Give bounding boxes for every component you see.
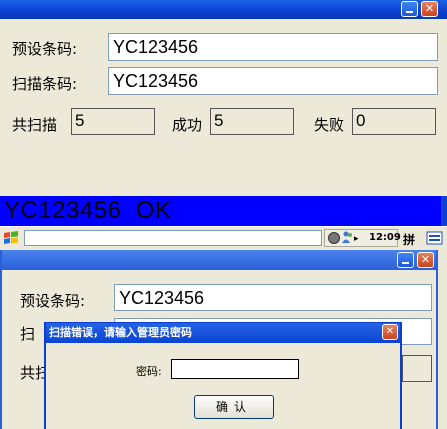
success-label: 成功 [172, 116, 203, 134]
system-tray: ▸ 12:09 [324, 229, 401, 247]
people-icon[interactable] [342, 231, 353, 244]
ime-indicator[interactable]: 拼 [403, 231, 415, 248]
top-window-titlebar [0, 0, 447, 19]
second-fail-value [402, 355, 432, 382]
password-label: 密码: [136, 365, 162, 378]
success-value: 5 [210, 108, 294, 135]
keyboard-icon[interactable] [426, 230, 443, 246]
second-preset-field[interactable]: YC123456 [114, 284, 432, 311]
preset-barcode-field[interactable]: YC123456 [108, 33, 438, 61]
second-preset-label: 预设条码: [20, 292, 86, 310]
total-scanned-label: 共扫描 [12, 116, 58, 134]
fail-value: 0 [352, 108, 436, 135]
top-minimize-button[interactable] [401, 1, 418, 17]
arrow-right-icon: ▸ [354, 234, 359, 244]
clock: 12:09 [369, 232, 401, 243]
taskbar-input[interactable] [24, 230, 322, 246]
windows-flag-icon[interactable] [2, 229, 20, 247]
network-globe-icon[interactable] [328, 232, 340, 244]
preset-barcode-label: 预设条码: [12, 40, 78, 58]
second-scan-label: 扫 [20, 325, 36, 343]
scan-barcode-field[interactable]: YC123456 [108, 67, 438, 95]
fail-label: 失败 [314, 116, 345, 134]
top-close-button[interactable]: ✕ [421, 1, 438, 17]
dialog-close-button[interactable]: ✕ [382, 324, 398, 340]
total-scanned-value: 5 [71, 108, 155, 135]
password-input[interactable] [171, 359, 299, 379]
window-edge [441, 196, 447, 226]
scan-barcode-label: 扫描条码: [12, 75, 78, 93]
confirm-button[interactable]: 确认 [194, 395, 274, 419]
error-dialog-title: 扫描错误，请输入管理员密码 [46, 323, 400, 343]
scan-status-banner: YC123456 OK [0, 196, 441, 226]
